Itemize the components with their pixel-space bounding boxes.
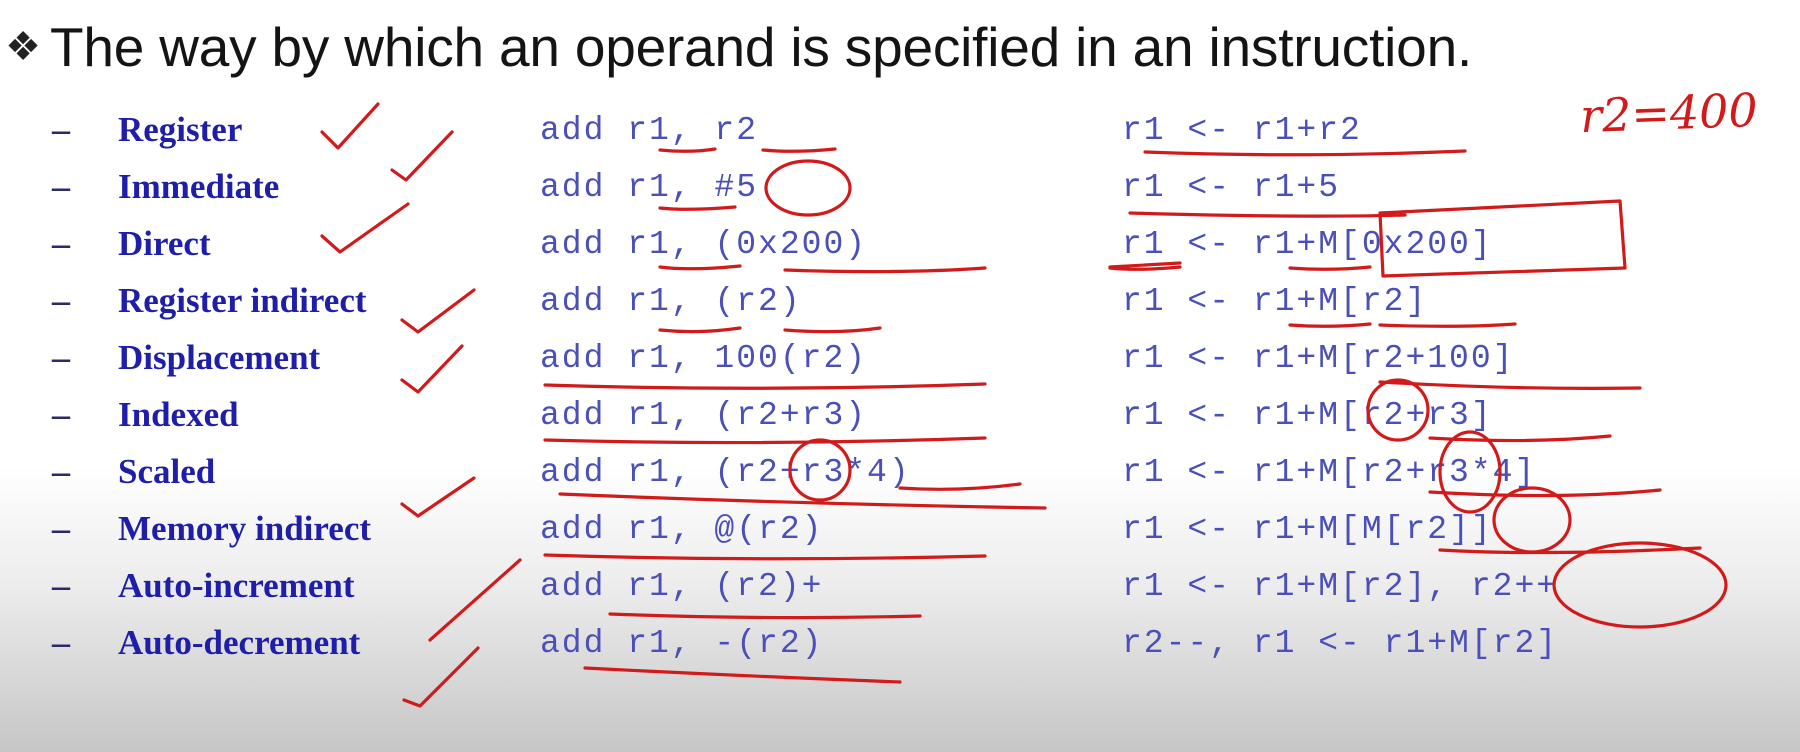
slide-heading: ❖ The way by which an operand is specifi… (0, 12, 1472, 82)
mode-semantics: r1 <- r1+5 (1122, 169, 1341, 206)
mode-semantics: r1 <- r1+M[r2+100] (1122, 340, 1515, 377)
underline (608, 612, 922, 620)
dash: – (52, 166, 70, 206)
mode-instruction: add r1, #5 (540, 169, 759, 206)
underline (1378, 322, 1517, 328)
mode-row-auto-decrement: – Auto-decrement add r1, -(r2) r2--, r1 … (0, 619, 1800, 663)
mode-instruction: add r1, (0x200) (540, 226, 868, 263)
underline (783, 266, 987, 274)
underline (658, 205, 737, 211)
mode-name: Direct (118, 224, 211, 263)
mode-semantics: r1 <- r1+M[r2+r3] (1122, 397, 1493, 434)
mode-row-scaled: – Scaled add r1, (r2+r3*4) r1 <- r1+M[r2… (0, 448, 1800, 492)
mode-row-register: – Register add r1, r2 r1 <- r1+r2 (0, 106, 1800, 150)
underline (583, 666, 902, 684)
dash: – (52, 451, 70, 491)
underline (658, 326, 742, 334)
mode-name: Immediate (118, 167, 280, 206)
underline (1428, 434, 1612, 443)
underline (1378, 380, 1642, 390)
underline (658, 264, 742, 271)
mode-row-indexed: – Indexed add r1, (r2+r3) r1 <- r1+M[r2+… (0, 391, 1800, 435)
mode-semantics: r1 <- r1+M[M[r2]] (1122, 511, 1493, 548)
dash: – (52, 622, 70, 662)
dash: – (52, 280, 70, 320)
underline (543, 436, 987, 445)
mode-row-displacement: – Displacement add r1, 100(r2) r1 <- r1+… (0, 334, 1800, 378)
mode-name: Scaled (118, 452, 216, 491)
mode-name: Auto-decrement (118, 623, 361, 662)
mode-semantics: r1 <- r1+M[r2] (1122, 283, 1428, 320)
mode-semantics: r1 <- r1+M[r2+r3*4] (1122, 454, 1537, 491)
mode-instruction: add r1, r2 (540, 112, 759, 149)
mode-instruction: add r1, @(r2) (540, 511, 824, 548)
handwritten-note: r2=400 (1579, 82, 1759, 144)
mode-row-direct: – Direct add r1, (0x200) r1 <- r1+M[0x20… (0, 220, 1800, 264)
mode-instruction: add r1, (r2) (540, 283, 802, 320)
underline (1143, 149, 1467, 157)
mode-name: Memory indirect (118, 509, 372, 548)
dash: – (52, 394, 70, 434)
underline (1128, 211, 1407, 218)
dash: – (52, 223, 70, 263)
mode-semantics: r2--, r1 <- r1+M[r2] (1122, 625, 1559, 662)
mode-row-immediate: – Immediate add r1, #5 r1 <- r1+5 (0, 163, 1800, 207)
mode-instruction: add r1, (r2)+ (540, 568, 824, 605)
underline (543, 553, 987, 561)
underline (1108, 265, 1182, 271)
diamond-bullet-icon: ❖ (5, 25, 41, 69)
underline (543, 382, 987, 390)
underline (1288, 322, 1372, 328)
dash: – (52, 565, 70, 605)
mode-row-register-indirect: – Register indirect add r1, (r2) r1 <- r… (0, 277, 1800, 321)
heading-text: The way by which an operand is specified… (50, 16, 1473, 78)
mode-name: Indexed (118, 395, 239, 434)
dash: – (52, 337, 70, 377)
dash: – (52, 109, 70, 149)
mode-name: Displacement (118, 338, 321, 377)
mode-instruction: add r1, 100(r2) (540, 340, 868, 377)
underline (783, 326, 882, 334)
dash: – (52, 508, 70, 548)
mode-instruction: add r1, (r2+r3*4) (540, 454, 911, 491)
mode-name: Register (118, 110, 243, 149)
mode-name: Auto-increment (118, 566, 355, 605)
mode-instruction: add r1, (r2+r3) (540, 397, 868, 434)
mode-row-auto-increment: – Auto-increment add r1, (r2)+ r1 <- r1+… (0, 562, 1800, 606)
mode-semantics: r1 <- r1+M[0x200] (1122, 226, 1493, 263)
underline (1288, 265, 1372, 271)
mode-semantics: r1 <- r1+M[r2], r2++ (1122, 568, 1559, 605)
mode-name: Register indirect (118, 281, 367, 320)
mode-row-memory-indirect: – Memory indirect add r1, @(r2) r1 <- r1… (0, 505, 1800, 549)
mode-instruction: add r1, -(r2) (540, 625, 824, 662)
mode-semantics: r1 <- r1+r2 (1122, 112, 1362, 149)
